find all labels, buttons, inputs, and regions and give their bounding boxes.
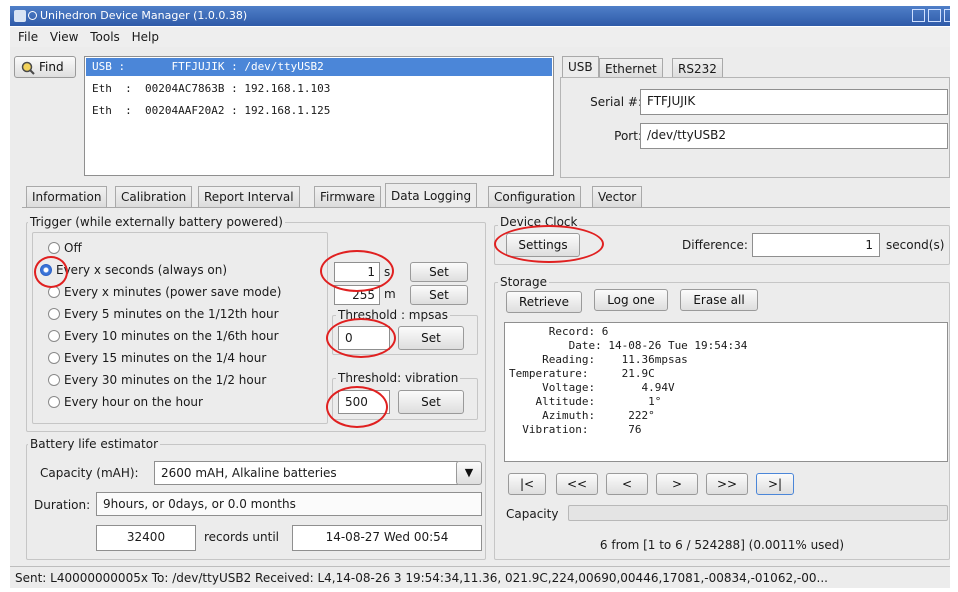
tab-usb[interactable]: USB (562, 56, 599, 78)
radio-every-15-minutes[interactable] (48, 352, 60, 364)
annotation-circle (320, 250, 394, 292)
threshold-vibration-label: Threshold: vibration (336, 371, 461, 385)
device-list[interactable]: USB : FTFJUJIK : /dev/ttyUSB2 Eth : 0020… (84, 56, 554, 176)
until-field: 14-08-27 Wed 00:54 (292, 525, 482, 551)
chevron-down-icon: ▼ (464, 466, 474, 479)
device-list-item-eth2[interactable]: Eth : 00204AAF20A2 : 192.168.1.125 (86, 102, 552, 120)
storage-capacity-label: Capacity (506, 507, 559, 521)
nav-next-button[interactable]: > (656, 473, 698, 495)
records-until-label: records until (204, 530, 279, 544)
set-minutes-button[interactable]: Set (410, 285, 468, 305)
minutes-unit: m (384, 287, 396, 301)
difference-field: 1 (752, 233, 880, 257)
erase-all-button[interactable]: Erase all (680, 289, 758, 311)
minimize-icon[interactable] (912, 9, 925, 22)
annotation-circle (494, 225, 604, 263)
menu-bar: File View Tools Help (10, 27, 950, 47)
close-icon[interactable] (944, 9, 950, 22)
radio-every-30-minutes[interactable] (48, 374, 60, 386)
duration-label: Duration: (34, 498, 91, 512)
capacity-dropdown-button[interactable]: ▼ (456, 461, 482, 485)
record-line: Vibration: 76 (509, 423, 642, 436)
record-line: Voltage: 4.94V (509, 381, 675, 394)
tab-report-interval[interactable]: Report Interval (198, 186, 300, 207)
record-display: Record: 6 Date: 14-08-26 Tue 19:54:34 Re… (504, 322, 948, 462)
annotation-circle (34, 256, 68, 288)
menu-file[interactable]: File (18, 27, 38, 47)
app-icon (14, 10, 26, 22)
set-seconds-button[interactable]: Set (410, 262, 468, 282)
nav-first-button[interactable]: |< (508, 473, 546, 495)
maximize-icon[interactable] (928, 9, 941, 22)
storage-used-text: 6 from [1 to 6 / 524288] (0.0011% used) (599, 538, 845, 552)
tab-configuration[interactable]: Configuration (488, 186, 582, 207)
radio-every-10-minutes[interactable] (48, 330, 60, 342)
serial-field[interactable]: FTFJUJIK (640, 89, 948, 115)
radio-off[interactable] (48, 242, 60, 254)
radio-every-15-minutes-label: Every 15 minutes on the 1/4 hour (64, 351, 267, 365)
radio-every-x-minutes-label: Every x minutes (power save mode) (64, 285, 282, 299)
tab-calibration[interactable]: Calibration (115, 186, 193, 207)
status-bar: Sent: L40000000005x To: /dev/ttyUSB2 Rec… (10, 566, 950, 588)
find-label: Find (39, 60, 64, 74)
battery-legend: Battery life estimator (28, 437, 161, 451)
tab-information[interactable]: Information (26, 186, 108, 207)
difference-label: Difference: (682, 238, 748, 252)
record-line: Azimuth: 222° (509, 409, 655, 422)
record-line: Record: 6 (509, 325, 609, 338)
tab-data-logging[interactable]: Data Logging (385, 183, 478, 208)
storage-capacity-bar (568, 505, 948, 521)
menu-help[interactable]: Help (132, 27, 159, 47)
set-threshold-mpsas-button[interactable]: Set (398, 326, 464, 350)
app-logo-icon (28, 11, 37, 20)
trigger-legend: Trigger (while externally battery powere… (28, 215, 285, 229)
duration-field: 9hours, or 0days, or 0.0 months (96, 492, 482, 516)
device-list-item-usb[interactable]: USB : FTFJUJIK : /dev/ttyUSB2 (86, 58, 552, 76)
radio-every-5-minutes[interactable] (48, 308, 60, 320)
capacity-select[interactable]: 2600 mAH, Alkaline batteries (154, 461, 458, 485)
capacity-label: Capacity (mAH): (40, 466, 139, 480)
retrieve-button[interactable]: Retrieve (506, 291, 582, 313)
storage-legend: Storage (498, 275, 549, 289)
nav-prev-button[interactable]: < (606, 473, 648, 495)
radio-every-hour[interactable] (48, 396, 60, 408)
title-bar: Unihedron Device Manager (1.0.0.38) (10, 6, 950, 26)
record-line: Temperature: 21.9C (509, 367, 655, 380)
log-one-button[interactable]: Log one (594, 289, 668, 311)
record-line: Date: 14-08-26 Tue 19:54:34 (509, 339, 748, 352)
set-threshold-vibration-button[interactable]: Set (398, 390, 464, 414)
record-line: Altitude: 1° (509, 395, 662, 408)
menu-view[interactable]: View (50, 27, 78, 47)
nav-prev-page-button[interactable]: << (556, 473, 598, 495)
difference-unit: second(s) (886, 238, 945, 252)
port-label: Port: (614, 129, 642, 143)
records-field: 32400 (96, 525, 196, 551)
tab-ethernet[interactable]: Ethernet (599, 58, 663, 78)
serial-label: Serial #: (590, 95, 642, 109)
tab-firmware[interactable]: Firmware (314, 186, 381, 207)
device-list-item-eth1[interactable]: Eth : 00204AC7863B : 192.168.1.103 (86, 80, 552, 98)
radio-off-label: Off (64, 241, 82, 255)
nav-last-button[interactable]: >| (756, 473, 794, 495)
radio-every-x-seconds-label: Every x seconds (always on) (56, 263, 228, 277)
annotation-circle (326, 318, 396, 358)
radio-every-10-minutes-label: Every 10 minutes on the 1/6th hour (64, 329, 279, 343)
annotation-circle (326, 386, 388, 428)
search-icon (21, 61, 35, 75)
tab-rs232[interactable]: RS232 (672, 58, 723, 78)
radio-every-30-minutes-label: Every 30 minutes on the 1/2 hour (64, 373, 267, 387)
menu-tools[interactable]: Tools (90, 27, 120, 47)
find-button[interactable]: Find (14, 56, 76, 78)
tab-vector[interactable]: Vector (592, 186, 643, 207)
record-line: Reading: 11.36mpsas (509, 353, 688, 366)
radio-every-5-minutes-label: Every 5 minutes on the 1/12th hour (64, 307, 279, 321)
port-field[interactable]: /dev/ttyUSB2 (640, 123, 948, 149)
nav-next-page-button[interactable]: >> (706, 473, 748, 495)
window-title: Unihedron Device Manager (1.0.0.38) (40, 9, 248, 22)
radio-every-hour-label: Every hour on the hour (64, 395, 203, 409)
